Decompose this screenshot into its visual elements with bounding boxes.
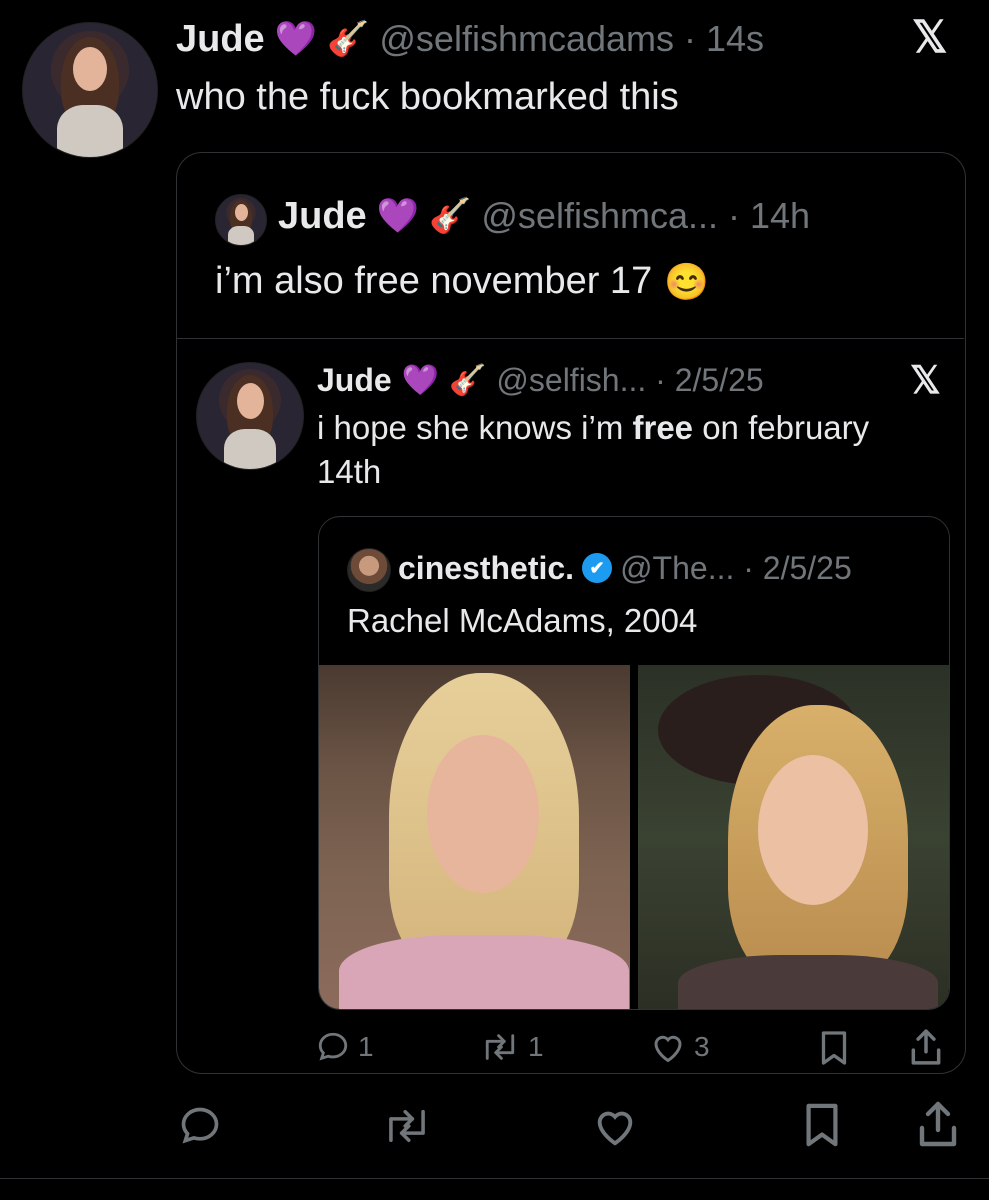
reply-button[interactable] bbox=[178, 1104, 222, 1148]
bookmark-icon bbox=[802, 1102, 842, 1148]
heart-icon bbox=[650, 1030, 686, 1064]
photo-left-shirt bbox=[339, 935, 629, 1009]
quote2-avatar bbox=[196, 362, 304, 470]
main-post-header: Jude 💜 🎸 @selfishmcadams · 14s bbox=[176, 14, 764, 64]
reply-icon bbox=[316, 1030, 350, 1064]
quote1-text: i’m also free november 17 😊 bbox=[215, 260, 709, 303]
display-name: Jude bbox=[278, 194, 367, 237]
main-post-text: who the fuck bookmarked this bbox=[176, 76, 679, 118]
guitar-emoji-icon: 🎸 bbox=[327, 20, 370, 58]
share-icon bbox=[918, 1100, 958, 1148]
quote1-avatar bbox=[215, 194, 267, 246]
smiling-emoji-icon: 😊 bbox=[664, 260, 710, 302]
guitar-emoji-icon: 🎸 bbox=[429, 197, 472, 235]
repost-count: 1 bbox=[528, 1031, 544, 1062]
share-button[interactable] bbox=[918, 1100, 958, 1148]
display-name: Jude bbox=[317, 361, 392, 398]
repost-icon bbox=[480, 1030, 520, 1064]
inner-reply-button[interactable]: 1 bbox=[316, 1030, 374, 1064]
handle-time: @selfishmca... · 14h bbox=[481, 195, 811, 236]
heart-emoji-icon: 💜 bbox=[401, 363, 440, 397]
quote3-text: Rachel McAdams, 2004 bbox=[347, 602, 698, 639]
heart-emoji-icon: 💜 bbox=[376, 197, 420, 235]
repost-button[interactable] bbox=[382, 1104, 432, 1148]
verified-badge-icon: ✔ bbox=[582, 553, 613, 583]
inner-bookmark-button[interactable] bbox=[818, 1030, 850, 1066]
x-logo-icon: 𝕏 bbox=[910, 360, 941, 402]
quote2-text-before: i hope she knows i’m bbox=[317, 409, 633, 446]
share-icon bbox=[910, 1028, 942, 1066]
divider bbox=[177, 338, 964, 339]
inner-repost-button[interactable]: 1 bbox=[480, 1030, 544, 1064]
guitar-emoji-icon: 🎸 bbox=[449, 363, 487, 397]
photo-right-dress bbox=[678, 955, 938, 1009]
like-count: 3 bbox=[694, 1031, 710, 1062]
main-avatar[interactable] bbox=[22, 22, 158, 158]
x-logo-icon: 𝕏 bbox=[912, 13, 948, 62]
handle-time[interactable]: @selfishmcadams · 14s bbox=[379, 18, 764, 60]
reply-icon bbox=[178, 1104, 222, 1148]
display-name[interactable]: Jude bbox=[176, 18, 265, 61]
quote1-text-body: i’m also free november 17 bbox=[215, 260, 653, 302]
avatar-body bbox=[224, 429, 276, 469]
quote3-header: cinesthetic. ✔ @The... · 2/5/25 bbox=[398, 544, 852, 592]
quote2-header: Jude 💜 🎸 @selfish... · 2/5/25 bbox=[317, 358, 764, 402]
bookmark-button[interactable] bbox=[802, 1102, 842, 1148]
like-button[interactable] bbox=[592, 1104, 638, 1148]
avatar-body bbox=[57, 105, 123, 157]
photo-right[interactable] bbox=[638, 665, 949, 1009]
avatar-face bbox=[237, 383, 264, 419]
quote3-avatar bbox=[347, 548, 391, 592]
heart-emoji-icon: 💜 bbox=[274, 20, 318, 58]
avatar-face bbox=[73, 47, 107, 91]
photo-right-face bbox=[758, 755, 868, 905]
quote1-header: Jude 💜 🎸 @selfishmca... · 14h bbox=[278, 190, 810, 242]
photo-left[interactable] bbox=[319, 665, 630, 1009]
reply-count: 1 bbox=[358, 1031, 374, 1062]
inner-share-button[interactable] bbox=[910, 1028, 942, 1066]
photo-left-face bbox=[427, 735, 539, 893]
inner-like-button[interactable]: 3 bbox=[650, 1030, 710, 1064]
avatar-face bbox=[235, 204, 248, 221]
bottom-divider bbox=[0, 1178, 989, 1179]
repost-icon bbox=[382, 1104, 432, 1148]
bookmark-icon bbox=[818, 1030, 850, 1066]
display-name: cinesthetic. bbox=[398, 549, 575, 586]
heart-icon bbox=[592, 1104, 638, 1148]
quote2-text-bold: free bbox=[632, 409, 694, 446]
handle-time: @The... · 2/5/25 bbox=[620, 549, 852, 586]
avatar-body bbox=[228, 226, 254, 245]
quote2-text: i hope she knows i’m free on february 14… bbox=[317, 406, 937, 494]
handle-time: @selfish... · 2/5/25 bbox=[496, 361, 764, 398]
